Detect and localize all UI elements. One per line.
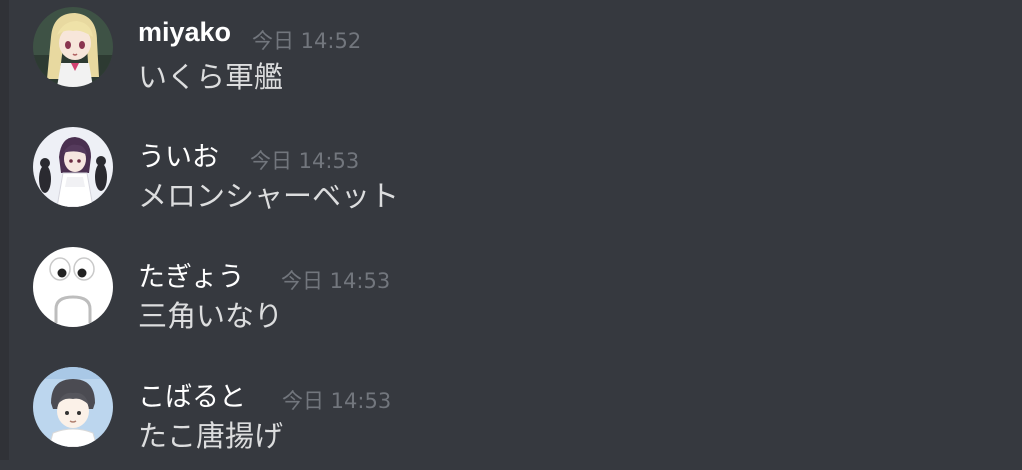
- timestamp: 今日 14:52: [252, 29, 362, 53]
- message-item: miyako 今日 14:52 いくら軍艦: [0, 0, 1022, 110]
- message-feed: miyako 今日 14:52 いくら軍艦 ういお 今日 14:53 メロンシャ…: [0, 0, 1022, 460]
- anime-girl-blonde-avatar-icon: [33, 7, 113, 87]
- username[interactable]: たぎょう: [138, 255, 245, 294]
- avatar[interactable]: [33, 247, 113, 327]
- username[interactable]: こばると: [138, 375, 246, 414]
- username[interactable]: miyako: [138, 17, 231, 48]
- message-item: たぎょう 今日 14:53 三角いなり: [0, 240, 1022, 350]
- surprised-face-avatar-icon: [33, 247, 113, 327]
- anime-boy-avatar-icon: [33, 367, 113, 447]
- avatar[interactable]: [33, 7, 113, 87]
- message-content: いくら軍艦: [138, 60, 284, 94]
- message-item: こばると 今日 14:53 たこ唐揚げ: [0, 360, 1022, 470]
- message-content: たこ唐揚げ: [138, 419, 284, 453]
- anime-girl-dark-hair-avatar-icon: [33, 127, 113, 207]
- message-content: 三角いなり: [138, 299, 284, 333]
- timestamp: 今日 14:53: [281, 269, 391, 293]
- username[interactable]: ういお: [138, 135, 219, 174]
- message-content: メロンシャーベット: [138, 179, 400, 213]
- timestamp: 今日 14:53: [282, 389, 392, 413]
- message-item: ういお 今日 14:53 メロンシャーベット: [0, 120, 1022, 230]
- avatar[interactable]: [33, 127, 113, 207]
- timestamp: 今日 14:53: [250, 149, 360, 173]
- avatar[interactable]: [33, 367, 113, 447]
